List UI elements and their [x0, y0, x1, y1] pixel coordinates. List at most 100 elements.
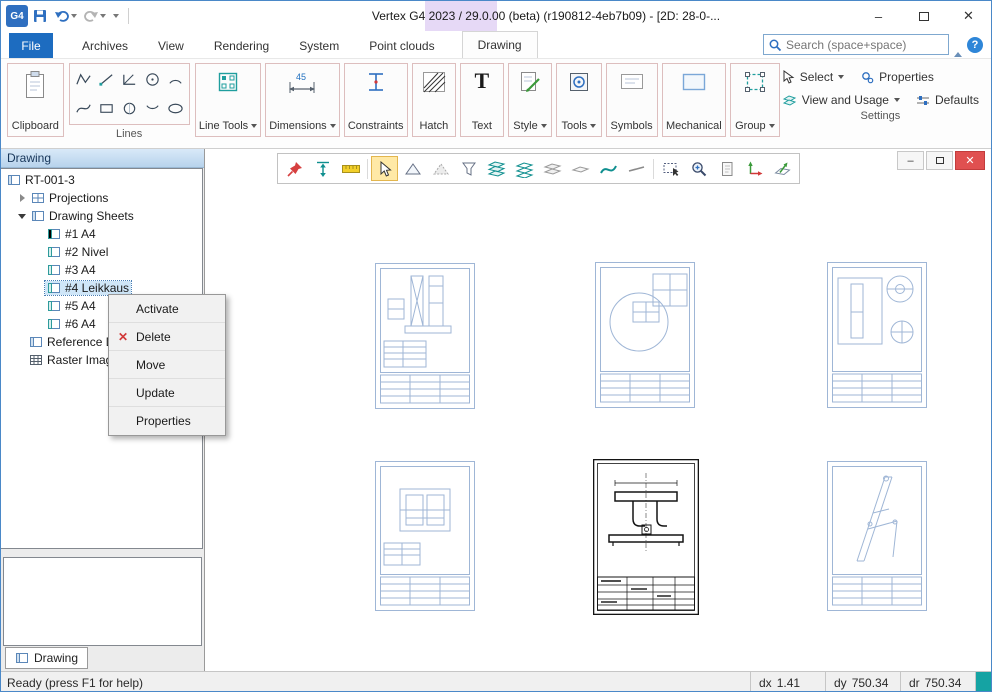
- layers-off-icon[interactable]: [539, 156, 566, 181]
- search-input[interactable]: [786, 38, 944, 52]
- arc-tool[interactable]: [164, 65, 187, 94]
- redo-button[interactable]: [81, 5, 108, 27]
- tab-rendering[interactable]: Rendering: [199, 33, 284, 58]
- tab-archives[interactable]: Archives: [67, 33, 143, 58]
- triangle-tool-icon[interactable]: [399, 156, 426, 181]
- sheet-thumbnail-2[interactable]: [595, 262, 695, 408]
- mechanical-button[interactable]: Mechanical: [662, 63, 726, 137]
- chevron-right-icon[interactable]: [17, 193, 27, 203]
- sheet-thumbnail-4[interactable]: [375, 461, 475, 611]
- sheet-thumbnail-6[interactable]: [827, 461, 927, 611]
- tab-view[interactable]: View: [143, 33, 199, 58]
- layer-flat-icon[interactable]: [567, 156, 594, 181]
- select-box-icon[interactable]: [657, 156, 684, 181]
- constraints-button[interactable]: Constraints: [344, 63, 408, 137]
- app-icon[interactable]: G4: [6, 5, 28, 27]
- collapse-ribbon-button[interactable]: [954, 38, 962, 52]
- sheets-folder-icon: [31, 210, 45, 222]
- clipboard-button[interactable]: Clipboard: [7, 63, 64, 137]
- plane-move-icon[interactable]: [769, 156, 796, 181]
- search-box[interactable]: [763, 34, 949, 55]
- line-tool[interactable]: [95, 65, 118, 94]
- projections-icon: [31, 192, 45, 204]
- dimensions-button[interactable]: 45 Dimensions: [265, 63, 339, 137]
- symbols-button[interactable]: Symbols: [606, 63, 658, 137]
- sheet-minimize-button[interactable]: –: [897, 151, 924, 170]
- polyline-tool[interactable]: [72, 65, 95, 94]
- help-button[interactable]: ?: [967, 37, 983, 53]
- minimize-button[interactable]: –: [856, 1, 901, 31]
- ruler-icon[interactable]: [337, 156, 364, 181]
- tree-item-sheet-2[interactable]: #2 Nivel: [1, 243, 202, 261]
- circle-center-tool[interactable]: [141, 65, 164, 94]
- tab-file[interactable]: File: [9, 33, 53, 58]
- panel-tab-drawing[interactable]: Drawing: [5, 647, 88, 669]
- close-button[interactable]: ✕: [946, 1, 991, 31]
- tools-button[interactable]: Tools: [556, 63, 601, 137]
- view-and-usage-button[interactable]: View and Usage: [782, 93, 900, 107]
- tree-item-projections[interactable]: Projections: [1, 189, 202, 207]
- spline-tool[interactable]: [72, 94, 95, 123]
- snap-vertical-icon[interactable]: [309, 156, 336, 181]
- layers-on-icon[interactable]: [483, 156, 510, 181]
- defaults-button[interactable]: Defaults: [916, 93, 979, 107]
- group-button[interactable]: Group: [730, 63, 780, 137]
- search-cluster: ?: [763, 34, 983, 55]
- sheet-restore-button[interactable]: [926, 151, 953, 170]
- line-tools-button[interactable]: Line Tools: [195, 63, 262, 137]
- pin-toolbar-icon[interactable]: [281, 156, 308, 181]
- sheet-thumbnail-3[interactable]: [827, 262, 927, 408]
- undo-button[interactable]: [52, 5, 79, 27]
- context-menu-item-move[interactable]: Move: [109, 351, 225, 379]
- properties-button[interactable]: Properties: [860, 70, 934, 84]
- sheet-thumbnail-5-active[interactable]: [593, 459, 699, 615]
- chevron-down-icon[interactable]: [17, 211, 27, 221]
- tree-item-sheet-3[interactable]: #3 A4: [1, 261, 202, 279]
- triangle-dim-icon[interactable]: [427, 156, 454, 181]
- context-menu-item-update[interactable]: Update: [109, 379, 225, 407]
- dropdown-arrow-icon: [330, 124, 336, 128]
- settings-group-label: Settings: [861, 110, 901, 122]
- undo-dropdown-icon: [71, 14, 77, 18]
- angle-lines-tool[interactable]: [118, 65, 141, 94]
- gear-icon: [860, 70, 874, 84]
- tree-item-sheet-1[interactable]: #1 A4: [1, 225, 202, 243]
- dropdown-arrow-icon: [838, 75, 844, 79]
- paste-page-icon[interactable]: [713, 156, 740, 181]
- tree-item-root[interactable]: RT-001-3: [1, 171, 202, 189]
- circle-tool[interactable]: [118, 94, 141, 123]
- context-menu-item-activate[interactable]: Activate: [109, 295, 225, 323]
- rectangle-tool[interactable]: [95, 94, 118, 123]
- hatch-button[interactable]: Hatch: [412, 63, 456, 137]
- filter-icon[interactable]: [455, 156, 482, 181]
- select-cursor-tool[interactable]: [371, 156, 398, 181]
- arc-3point-tool[interactable]: [141, 94, 164, 123]
- drawing-canvas[interactable]: – ✕: [204, 149, 991, 671]
- child-window-controls: – ✕: [897, 151, 985, 170]
- select-button[interactable]: Select: [782, 70, 844, 84]
- customize-quick-access-button[interactable]: [110, 5, 121, 27]
- dimensions-label: Dimensions: [269, 120, 335, 132]
- layer-line-icon[interactable]: [623, 156, 650, 181]
- zoom-in-icon[interactable]: [685, 156, 712, 181]
- sheet-close-button[interactable]: ✕: [955, 151, 985, 170]
- context-menu-item-properties[interactable]: Properties: [109, 407, 225, 435]
- style-button[interactable]: Style: [508, 63, 552, 137]
- axis-icon[interactable]: [741, 156, 768, 181]
- tree-item-label: #4 Leikkaus: [65, 281, 129, 295]
- maximize-button[interactable]: [901, 1, 946, 31]
- layer-wave-icon[interactable]: [595, 156, 622, 181]
- layers-alt-icon[interactable]: [511, 156, 538, 181]
- sheet-thumbnail-1[interactable]: [375, 263, 475, 409]
- svg-text:45: 45: [296, 72, 306, 82]
- tab-drawing[interactable]: Drawing: [462, 31, 538, 58]
- ellipse-tool[interactable]: [164, 94, 187, 123]
- context-menu-item-delete[interactable]: ✕Delete: [109, 323, 225, 351]
- save-button[interactable]: [30, 5, 50, 27]
- symbols-label: Symbols: [610, 120, 652, 132]
- tab-system[interactable]: System: [284, 33, 354, 58]
- tab-point-clouds[interactable]: Point clouds: [354, 33, 449, 58]
- sheet-icon: [47, 300, 61, 312]
- text-button[interactable]: T Text: [460, 63, 504, 137]
- tree-item-drawing-sheets[interactable]: Drawing Sheets: [1, 207, 202, 225]
